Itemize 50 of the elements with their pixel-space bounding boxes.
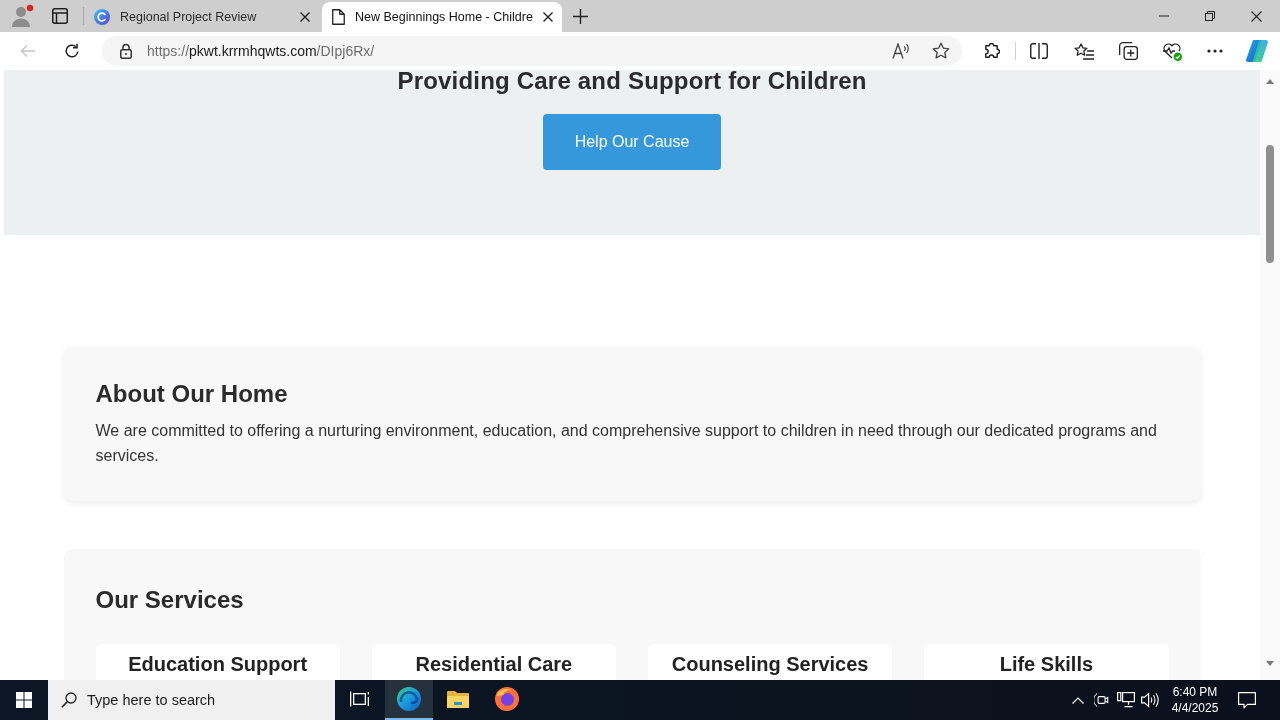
profile-icon[interactable] (10, 4, 34, 28)
hero-heading: Providing Care and Support for Children (397, 70, 867, 92)
close-icon[interactable] (1251, 10, 1262, 22)
scrollbar-thumb[interactable] (1266, 145, 1274, 263)
restore-icon[interactable] (1205, 11, 1215, 21)
browser-icon (397, 687, 421, 711)
new-tab-icon[interactable] (572, 8, 588, 24)
scroll-down-icon[interactable] (1266, 660, 1274, 666)
notifications-icon[interactable] (1238, 691, 1256, 709)
star-icon[interactable] (932, 42, 950, 60)
taskbar-button[interactable] (385, 680, 433, 720)
clock-date[interactable]: 4/4/2025 (1171, 700, 1219, 716)
browser-tab[interactable]: New Beginnings Home - Childre (322, 2, 562, 32)
volume-icon[interactable] (1141, 692, 1159, 708)
network-icon[interactable] (1117, 692, 1135, 708)
collections-icon[interactable] (1118, 42, 1138, 60)
browser-tab[interactable]: Regional Project Review (84, 2, 320, 32)
split-screen-icon[interactable] (1030, 43, 1048, 59)
folder-icon (446, 689, 470, 709)
heart-pulse-icon[interactable] (1162, 41, 1182, 61)
close-icon[interactable] (300, 12, 310, 22)
more-icon[interactable] (1207, 49, 1223, 53)
scroll-up-icon[interactable] (1266, 78, 1274, 84)
lock-icon[interactable] (120, 43, 132, 59)
page-icon (332, 9, 345, 25)
service-title: Education Support (127, 652, 309, 676)
about-heading: About Our Home (95, 379, 289, 408)
service-title: Life Skills (998, 652, 1095, 676)
copilot-icon[interactable] (1245, 39, 1269, 63)
fox-browser-icon (495, 687, 519, 711)
chevron-up-icon[interactable] (1072, 696, 1084, 704)
about-text: We are committed to offering a nurturing environment, education, and comprehensive support to children in need through our dedicated programs and services. (95, 421, 1158, 466)
tab-actions-icon[interactable] (52, 8, 68, 24)
address-bar[interactable]: https://pkwt.krrmhqwts.com/DIpj6Rx/ (102, 36, 962, 66)
service-title: Residential Care (414, 652, 574, 676)
url-text: https://pkwt.krrmhqwts.com/DIpj6Rx/ (147, 41, 376, 61)
favorites-icon[interactable] (1074, 42, 1094, 60)
task-view-icon (350, 691, 370, 707)
refresh-icon[interactable] (64, 43, 80, 59)
taskbar-search-field[interactable]: Type here to search (48, 680, 335, 720)
close-icon[interactable] (542, 12, 553, 22)
read-aloud-icon[interactable] (892, 43, 910, 59)
service-title: Counseling Services (670, 652, 870, 676)
puzzle-icon[interactable] (982, 42, 1000, 60)
c-logo-icon (94, 9, 110, 25)
services-heading: Our Services (95, 585, 245, 614)
search-icon (61, 692, 77, 708)
camera-icon[interactable] (1094, 692, 1110, 708)
clock-time[interactable]: 6:40 PM (1172, 684, 1218, 700)
windows-logo-icon[interactable] (16, 692, 32, 708)
